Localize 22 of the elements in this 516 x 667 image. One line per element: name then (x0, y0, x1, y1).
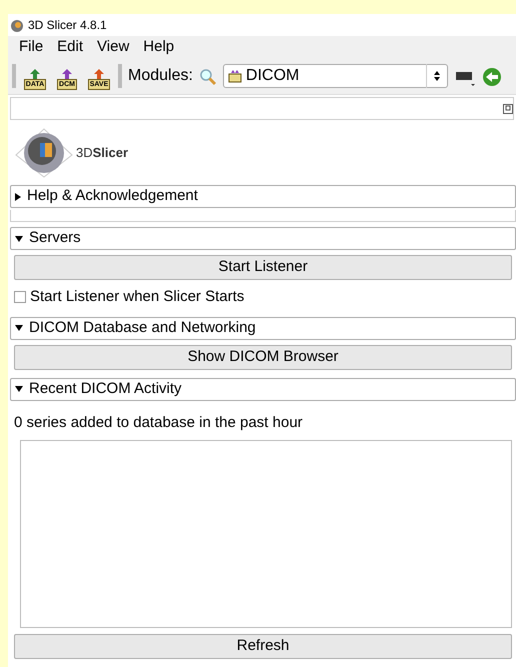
section-header[interactable]: Recent DICOM Activity (10, 378, 516, 401)
menu-item[interactable]: Help (136, 36, 182, 59)
checkbox[interactable] (14, 291, 26, 304)
modules-label: Modules: (128, 66, 193, 86)
module-select[interactable]: DICOM (222, 64, 448, 88)
menu-item[interactable]: View (90, 36, 136, 59)
expand-arrow-icon (15, 192, 21, 201)
section-header[interactable]: Help & Acknowledgement (10, 185, 516, 208)
menu-item[interactable]: Edit (50, 36, 90, 59)
collapse-arrow-icon (15, 386, 23, 392)
window-title: 3D Slicer 4.8.1 (28, 16, 107, 34)
menu-item[interactable]: File (12, 36, 50, 59)
checkbox-label[interactable]: Start Listener when Slicer Starts (30, 286, 244, 309)
logo-text: 3DSlicer (76, 144, 128, 162)
push-button[interactable]: Start Listener (14, 255, 512, 280)
push-button[interactable]: Refresh (14, 634, 512, 660)
status-text: 0 series added to database in the past hour (14, 412, 304, 433)
collapse-arrow-icon (15, 325, 23, 332)
section-header[interactable]: Servers (10, 227, 516, 250)
collapse-arrow-icon (15, 236, 23, 242)
section-header[interactable]: DICOM Database and Networking (10, 316, 516, 340)
push-button[interactable]: Show DICOM Browser (14, 344, 512, 370)
